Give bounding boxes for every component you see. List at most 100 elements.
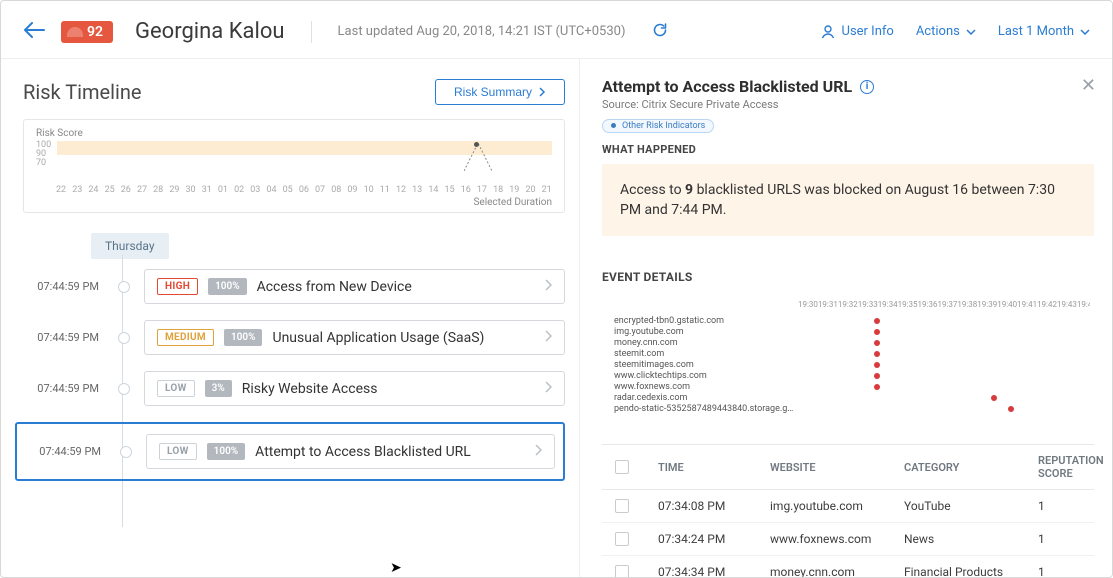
header: 92 Georgina Kalou Last updated Aug 20, 2… (1, 1, 1112, 59)
pill-label: Other Risk Indicators (622, 121, 705, 131)
timeline-time: 07:44:59 PM (17, 445, 101, 458)
event-dot-icon (874, 384, 880, 390)
timeline-dot-icon (118, 332, 130, 344)
risk-summary-label: Risk Summary (454, 85, 532, 99)
left-pane: Risk Timeline Risk Summary Risk Score 10… (1, 59, 579, 577)
detail-title-row: Attempt to Access Blacklisted URL i (602, 77, 1094, 96)
timeline-card[interactable]: LOW100%Attempt to Access Blacklisted URL (146, 434, 555, 469)
cell-website: img.youtube.com (770, 499, 900, 513)
table-row[interactable]: 07:34:24 PM www.foxnews.com News 1 (602, 523, 1094, 556)
event-dot-icon (874, 373, 880, 379)
cell-category: YouTube (904, 499, 1034, 513)
cell-website: www.foxnews.com (770, 532, 900, 546)
user-name: Georgina Kalou (135, 19, 285, 44)
event-host-label: pendo-static-5352587489443840.storage.go… (606, 404, 798, 414)
info-icon[interactable]: i (860, 80, 874, 94)
risk-summary-button[interactable]: Risk Summary (435, 79, 565, 105)
timeline-dot-icon (120, 446, 132, 458)
event-dot-icon (874, 329, 880, 335)
timeline-row: 07:44:59 PMHIGH100%Access from New Devic… (23, 269, 565, 304)
risk-score: 92 (87, 24, 103, 40)
col-website: WEBSITE (770, 461, 900, 474)
chevron-right-icon (538, 87, 546, 97)
severity-badge: MEDIUM (157, 329, 214, 346)
cell-time: 07:34:24 PM (646, 532, 766, 546)
chevron-right-icon (544, 279, 552, 295)
row-checkbox[interactable] (615, 565, 629, 577)
actions-dropdown[interactable]: Actions (916, 24, 976, 39)
event-scatter-row: encrypted-tbn0.gstatic.com (606, 315, 1090, 326)
event-dot-icon (874, 351, 880, 357)
percent-badge: 3% (205, 380, 232, 397)
event-host-label: radar.cedexis.com (606, 393, 798, 403)
event-scatter-row: money.cnn.com (606, 337, 1090, 348)
event-scatter-row: steemit.com (606, 348, 1090, 359)
day-pill: Thursday (91, 233, 169, 259)
cell-time: 07:34:08 PM (646, 499, 766, 513)
user-icon (820, 24, 836, 40)
severity-badge: HIGH (157, 278, 198, 295)
event-dot-icon (1008, 406, 1014, 412)
chevron-right-icon (534, 444, 542, 460)
detail-title: Attempt to Access Blacklisted URL (602, 77, 852, 96)
timeline-dot-icon (118, 281, 130, 293)
chevron-down-icon (966, 29, 976, 35)
user-info-label: User Info (842, 24, 894, 39)
timeline-item-title: Risky Website Access (242, 381, 534, 397)
event-scatter-row: www.clicktechtips.com (606, 370, 1090, 381)
percent-badge: 100% (207, 443, 246, 460)
last-updated: Last updated Aug 20, 2018, 14:21 IST (UT… (338, 24, 626, 39)
timeline: 07:44:59 PMHIGH100%Access from New Devic… (23, 269, 565, 527)
chevron-down-icon (1080, 29, 1090, 35)
cell-reputation: 1 (1038, 565, 1094, 577)
event-host-label: money.cnn.com (606, 338, 798, 348)
cell-time: 07:34:34 PM (646, 565, 766, 577)
refresh-icon[interactable] (652, 22, 668, 42)
col-time: TIME (646, 461, 766, 474)
event-dot-icon (991, 395, 997, 401)
timeline-item-title: Unusual Application Usage (SaaS) (272, 330, 534, 346)
close-icon[interactable]: ✕ (1081, 75, 1096, 96)
event-host-label: www.foxnews.com (606, 382, 798, 392)
chart-x-ticks: 2223242526272829303101020304050607080910… (36, 185, 552, 195)
risk-score-chart[interactable]: Risk Score 100 90 70 222324 (23, 119, 565, 213)
event-host-label: steemitimages.com (606, 360, 798, 370)
table-row[interactable]: 07:34:34 PMmoney.cnn.comFinancial Produc… (602, 556, 1094, 577)
timeline-card[interactable]: LOW 3% Risky Website Access (144, 371, 565, 406)
pill-dot-icon (611, 123, 616, 128)
user-info-link[interactable]: User Info (820, 24, 894, 40)
chevron-right-icon (544, 330, 552, 346)
timeline-item-title: Attempt to Access Blacklisted URL (255, 444, 524, 460)
risk-timeline-title: Risk Timeline (23, 80, 142, 104)
row-checkbox[interactable] (615, 499, 629, 513)
cell-website: money.cnn.com (770, 565, 900, 577)
event-dot-icon (874, 318, 880, 324)
event-host-label: encrypted-tbn0.gstatic.com (606, 316, 798, 326)
timeline-card[interactable]: HIGH100%Access from New Device (144, 269, 565, 304)
app-frame: 92 Georgina Kalou Last updated Aug 20, 2… (0, 0, 1113, 578)
table-row[interactable]: 07:34:08 PMimg.youtube.comYouTube1 (602, 490, 1094, 523)
event-chart: 19:3019:3119:3219:3319:3419:3519:3619:37… (602, 292, 1094, 420)
percent-badge: 100% (208, 278, 247, 295)
back-arrow-icon[interactable] (23, 22, 45, 42)
cell-reputation: 1 (1038, 532, 1094, 546)
event-scatter-row: img.youtube.com (606, 326, 1090, 337)
timeline-time: 07:44:59 PM (23, 331, 99, 344)
risk-score-badge: 92 (61, 21, 113, 43)
severity-badge: LOW (157, 380, 195, 397)
selected-duration-label: Selected Duration (36, 197, 552, 208)
risk-timeline-header: Risk Timeline Risk Summary (23, 79, 565, 105)
timeline-card[interactable]: MEDIUM100%Unusual Application Usage (Saa… (144, 320, 565, 355)
cell-category: News (904, 532, 1034, 546)
event-table: TIME WEBSITE CATEGORY REPUTATION SCORE 0… (602, 444, 1094, 577)
event-scatter-row: www.foxnews.com (606, 381, 1090, 392)
range-label: Last 1 Month (998, 24, 1074, 39)
event-scatter-row: pendo-static-5352587489443840.storage.go… (606, 403, 1090, 414)
timeline-row: 07:44:59 PMLOW3%Risky Website Access (23, 371, 565, 406)
timeline-row: 07:44:59 PMLOW100%Attempt to Access Blac… (15, 422, 565, 481)
indicator-pill[interactable]: Other Risk Indicators (602, 119, 714, 133)
select-all-checkbox[interactable] (615, 460, 629, 474)
range-dropdown[interactable]: Last 1 Month (998, 24, 1090, 39)
row-checkbox[interactable] (615, 532, 629, 546)
event-host-label: www.clicktechtips.com (606, 371, 798, 381)
